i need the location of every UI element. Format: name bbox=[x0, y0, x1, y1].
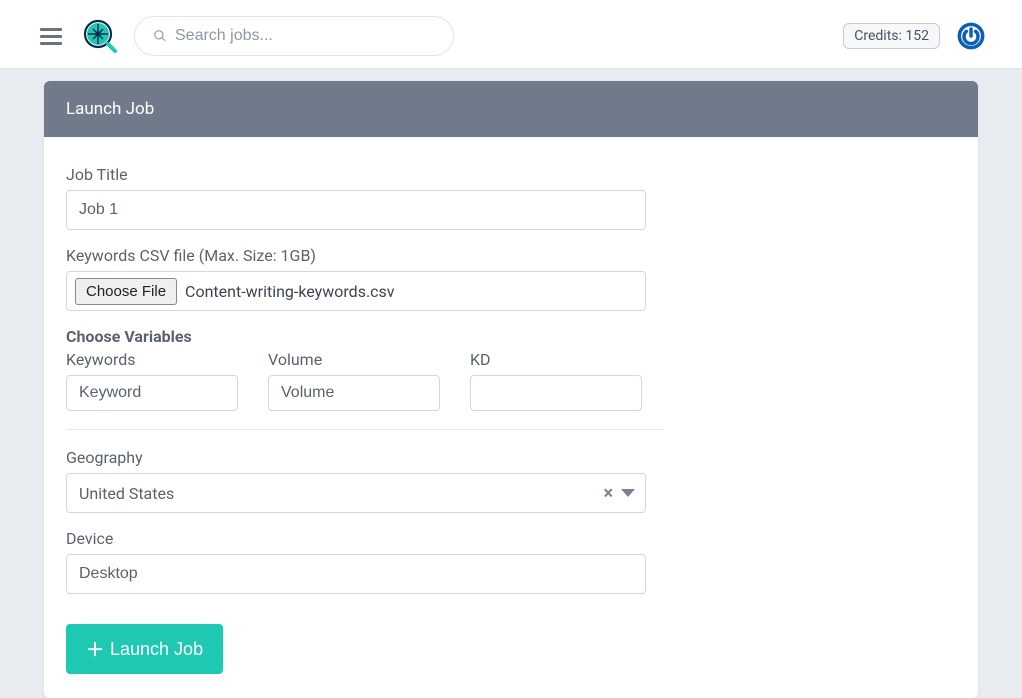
plus-icon: ＋ bbox=[86, 636, 104, 662]
search-input[interactable] bbox=[175, 27, 435, 45]
selected-filename: Content-writing-keywords.csv bbox=[185, 282, 395, 301]
clear-icon[interactable]: × bbox=[601, 483, 615, 504]
launch-job-card: Launch Job Job Title Keywords CSV file (… bbox=[44, 81, 978, 698]
variables-row: Keywords Volume KD bbox=[66, 350, 956, 411]
csv-file-picker[interactable]: Choose File Content-writing-keywords.csv bbox=[66, 271, 646, 311]
chevron-down-icon[interactable] bbox=[621, 489, 635, 497]
card-title: Launch Job bbox=[44, 81, 978, 137]
choose-file-button[interactable]: Choose File bbox=[75, 278, 177, 305]
volume-var-input[interactable] bbox=[268, 375, 440, 411]
launch-job-button[interactable]: ＋ Launch Job bbox=[66, 624, 223, 674]
app-logo[interactable] bbox=[82, 18, 118, 54]
device-input[interactable] bbox=[66, 554, 646, 594]
job-title-input[interactable] bbox=[66, 190, 646, 230]
kd-var-input[interactable] bbox=[470, 375, 642, 411]
search-icon bbox=[153, 29, 167, 43]
volume-var-label: Volume bbox=[268, 350, 440, 369]
search-bar[interactable] bbox=[134, 16, 454, 56]
top-bar: Credits: 152 bbox=[0, 0, 1022, 69]
geography-value: United States bbox=[79, 484, 174, 503]
power-icon[interactable] bbox=[956, 21, 986, 51]
geography-select[interactable]: United States × bbox=[66, 473, 646, 513]
menu-icon[interactable] bbox=[36, 24, 66, 49]
kd-var-label: KD bbox=[470, 350, 642, 369]
choose-variables-label: Choose Variables bbox=[66, 327, 956, 346]
job-title-label: Job Title bbox=[66, 165, 956, 184]
csv-file-label: Keywords CSV file (Max. Size: 1GB) bbox=[66, 246, 956, 265]
keywords-var-input[interactable] bbox=[66, 375, 238, 411]
divider bbox=[66, 429, 664, 430]
device-label: Device bbox=[66, 529, 956, 548]
geography-label: Geography bbox=[66, 448, 956, 467]
keywords-var-label: Keywords bbox=[66, 350, 238, 369]
credits-badge: Credits: 152 bbox=[843, 23, 940, 49]
launch-job-button-label: Launch Job bbox=[110, 639, 203, 660]
